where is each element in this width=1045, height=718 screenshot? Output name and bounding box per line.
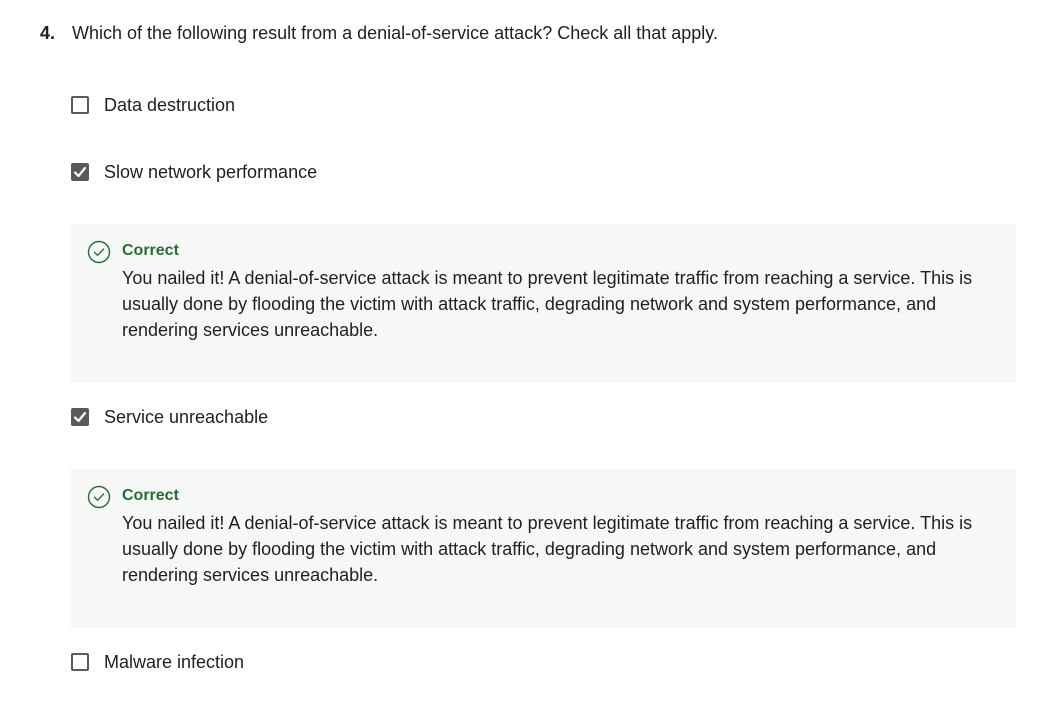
option-label: Data destruction: [104, 95, 236, 115]
option-data-destruction[interactable]: Data destruction: [71, 94, 235, 116]
question-number: 4.: [40, 23, 56, 43]
checkbox-checked[interactable]: [71, 408, 89, 426]
option-malware-infection[interactable]: Malware infection: [71, 651, 244, 673]
checkbox-unchecked[interactable]: [71, 653, 89, 671]
checkbox-checked[interactable]: [71, 163, 89, 181]
check-circle-icon: [87, 485, 111, 509]
feedback-panel: Correct You nailed it! A denial-of-servi…: [71, 224, 1016, 383]
checkbox-unchecked[interactable]: [71, 96, 89, 114]
check-circle-icon: [87, 240, 111, 264]
feedback-title: Correct: [122, 487, 179, 504]
option-label: Service unreachable: [104, 407, 269, 427]
quiz-question: 4. Which of the following result from a …: [0, 0, 1045, 718]
option-label: Slow network performance: [104, 162, 318, 182]
feedback-panel: Correct You nailed it! A denial-of-servi…: [71, 469, 1016, 628]
feedback-title: Correct: [122, 242, 179, 259]
option-service-unreachable[interactable]: Service unreachable: [71, 406, 268, 428]
question-header: 4. Which of the following result from a …: [40, 21, 718, 45]
feedback-body: You nailed it! A denial-of-service attac…: [122, 268, 973, 340]
feedback-body: You nailed it! A denial-of-service attac…: [122, 513, 973, 585]
option-label: Malware infection: [104, 652, 245, 672]
option-slow-network-performance[interactable]: Slow network performance: [71, 161, 317, 183]
question-text: Which of the following result from a den…: [72, 23, 718, 43]
